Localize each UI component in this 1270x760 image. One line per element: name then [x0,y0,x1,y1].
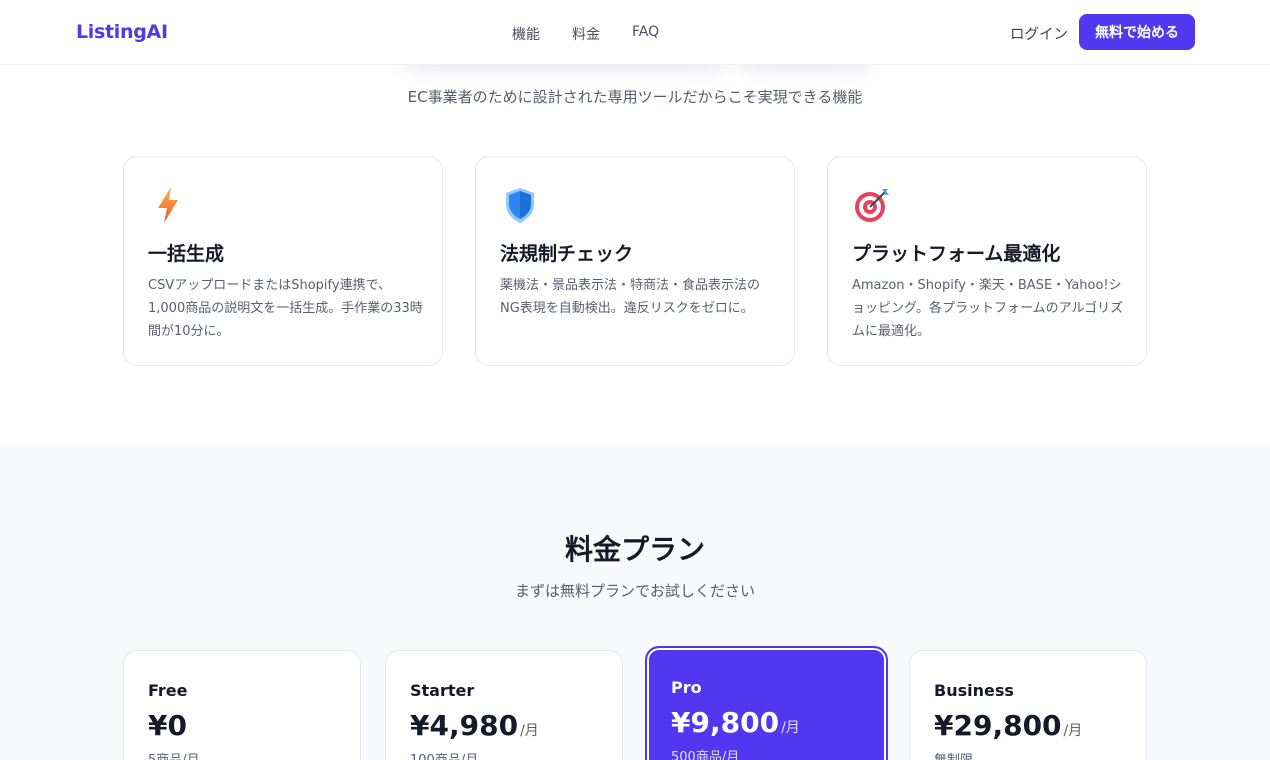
pricing-title: 料金プラン [564,533,705,566]
login-link[interactable]: ログイン [1010,23,1068,44]
logo[interactable]: ListingAI [76,21,168,43]
feature-title: 一括生成 [148,243,225,265]
feature-card-bulk: 一括生成 CSVアップロードまたはShopify連携で、1,000商品の説明文を… [123,156,443,366]
plan-limit: 5商品/月 [148,749,200,760]
feature-description: 薬機法・景品表示法・特商法・食品表示法のNG表現を自動検出。違反リスクをゼロに。 [500,278,761,316]
start-free-button[interactable]: 無料で始める [1079,14,1195,50]
nav-link-features[interactable]: 機能 [512,24,540,44]
plan-limit: 500商品/月 [671,750,740,760]
feature-description: CSVアップロードまたはShopify連携で、1,000商品の説明文を一括生成。… [148,278,423,339]
plan-price: ¥4,980/月 [410,709,539,742]
plan-limit: 100商品/月 [410,749,478,760]
plan-limit: 無制限 [934,749,973,760]
features-subtitle: EC事業者のために設計された専用ツールだからこそ実現できる機能 [407,88,863,106]
plan-name: Free [148,681,188,700]
feature-title: プラットフォーム最適化 [852,243,1061,265]
plan-card-business[interactable]: Business ¥29,800/月 無制限 [909,650,1147,760]
target-icon [852,185,892,225]
plan-name: Starter [410,681,475,700]
plan-price: ¥0 [148,709,187,742]
feature-card-compliance: 法規制チェック 薬機法・景品表示法・特商法・食品表示法のNG表現を自動検出。違反… [475,156,795,366]
plan-card-pro[interactable]: Pro ¥9,800/月 500商品/月 [645,646,888,760]
plan-card-starter[interactable]: Starter ¥4,980/月 100商品/月 [385,650,623,760]
nav-link-faq[interactable]: FAQ [632,24,659,44]
plan-name: Pro [671,678,702,697]
plan-price: ¥9,800/月 [671,706,800,739]
plan-name: Business [934,681,1014,700]
navbar: ListingAI 機能 料金 FAQ ログイン 無料で始める [0,0,1270,65]
lightning-icon [148,185,188,225]
feature-title: 法規制チェック [500,243,634,265]
nav-link-pricing[interactable]: 料金 [572,24,600,44]
shield-icon [500,185,540,225]
nav-links: 機能 料金 FAQ [512,24,659,44]
plan-price: ¥29,800/月 [934,709,1083,742]
feature-description: Amazon・Shopify・楽天・BASE・Yahoo!ショッピング。各プラッ… [852,278,1124,339]
feature-card-platform: プラットフォーム最適化 Amazon・Shopify・楽天・BASE・Yahoo… [827,156,1147,366]
plan-card-free[interactable]: Free ¥0 5商品/月 [123,650,361,760]
pricing-subtitle: まずは無料プランでお試しください [514,582,755,600]
